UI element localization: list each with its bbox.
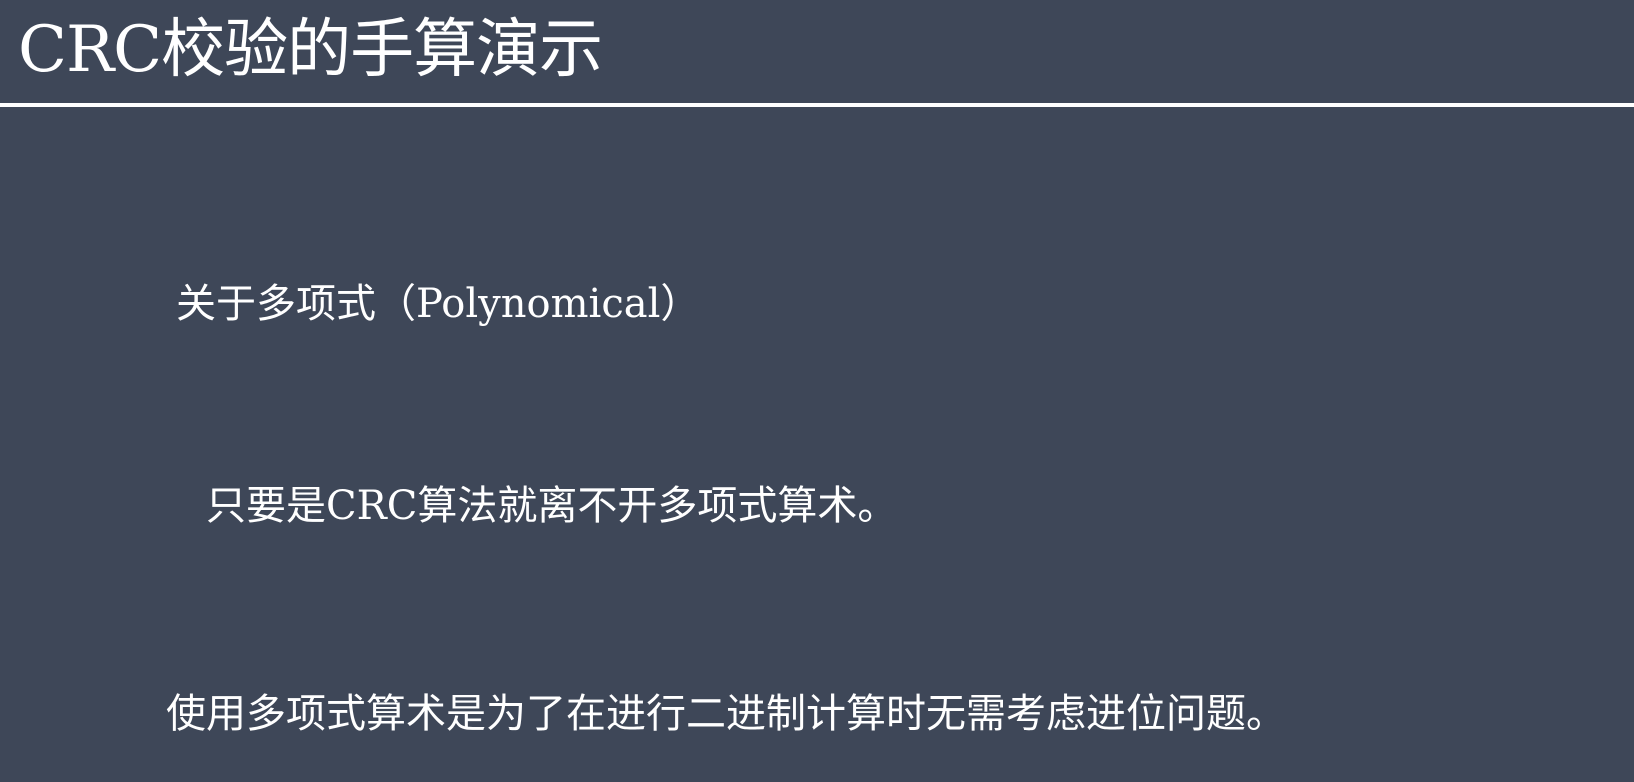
text-line-crc-polynomial-arithmetic: 只要是CRC算法就离不开多项式算术。 [206,483,898,529]
title-divider [0,103,1634,107]
text-line-no-carry-note: 使用多项式算术是为了在进行二进制计算时无需考虑进位问题。 [166,691,1286,737]
slide-title: CRC校验的手算演示 [18,13,603,87]
slide: CRC校验的手算演示 关于多项式（Polynomical） 只要是CRC算法就离… [0,0,1634,782]
text-line-polynomial-heading: 关于多项式（Polynomical） [176,281,701,327]
